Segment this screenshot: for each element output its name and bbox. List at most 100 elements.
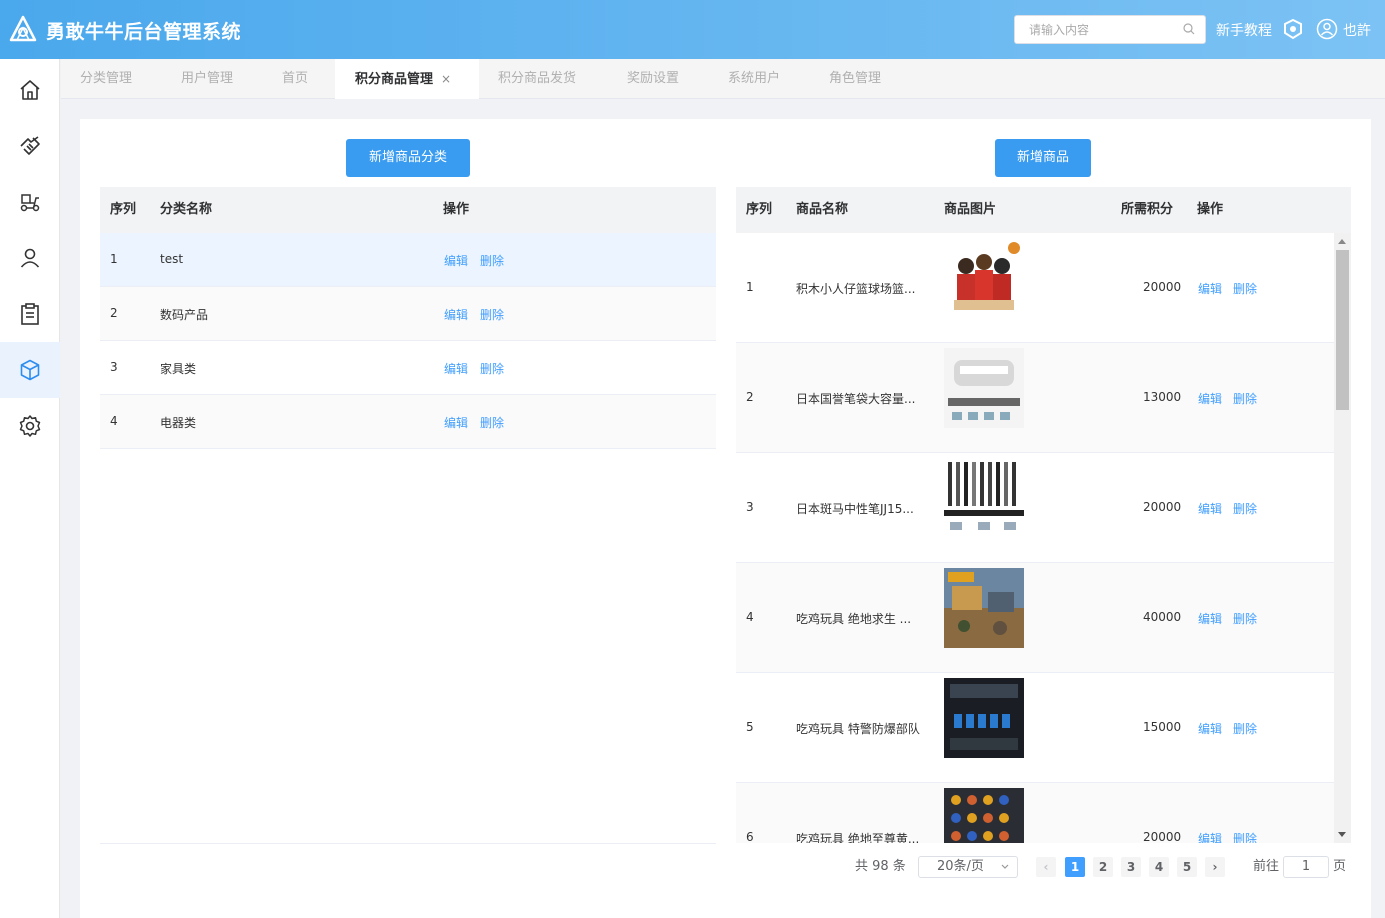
col-header-no: 序列 <box>746 202 773 217</box>
sidebar-item-orders[interactable] <box>0 286 60 342</box>
search-box[interactable] <box>1014 15 1206 44</box>
cell-no: 1 <box>110 252 118 266</box>
pagination-total: 共 98 条 <box>855 859 906 874</box>
tab-label: 积分商品管理 <box>355 72 434 87</box>
edit-link[interactable]: 编辑 <box>444 414 468 431</box>
col-header-name: 商品名称 <box>796 202 849 217</box>
table-row[interactable]: 3 家具类 编辑 删除 <box>100 341 716 395</box>
table-row[interactable]: 2 日本国誉笔袋大容量... 13000 编辑 删除 <box>736 343 1334 453</box>
cell-points: 20000 <box>1143 500 1182 514</box>
tab-category[interactable]: 分类管理 <box>80 59 132 99</box>
edit-link[interactable]: 编辑 <box>1198 500 1222 517</box>
prev-page-button[interactable]: ‹ <box>1036 857 1056 877</box>
table-row[interactable]: 2 数码产品 编辑 删除 <box>100 287 716 341</box>
page-button-1[interactable]: 1 <box>1065 857 1085 877</box>
username[interactable]: 也許 <box>1343 20 1371 40</box>
delete-link[interactable]: 删除 <box>1233 720 1257 737</box>
page-size-select[interactable]: 20条/页 <box>918 856 1018 878</box>
search-input[interactable] <box>1015 16 1175 43</box>
delete-link[interactable]: 删除 <box>1233 390 1257 407</box>
add-category-button[interactable]: 新增商品分类 <box>346 139 470 177</box>
user-icon <box>20 248 40 268</box>
delete-link[interactable]: 删除 <box>1233 830 1257 843</box>
edit-link[interactable]: 编辑 <box>1198 280 1222 297</box>
sidebar-item-settings[interactable] <box>0 398 60 454</box>
chevron-down-icon <box>1001 864 1009 869</box>
cell-points: 20000 <box>1143 280 1182 294</box>
goto-page-input[interactable]: 1 <box>1283 856 1329 878</box>
scroll-down-arrow[interactable] <box>1338 832 1346 837</box>
table-row[interactable]: 1 test 编辑 删除 <box>100 233 716 287</box>
tab-points-products[interactable]: 积分商品管理 × <box>335 59 479 99</box>
edit-link[interactable]: 编辑 <box>1198 830 1222 843</box>
page-button-5[interactable]: 5 <box>1177 857 1197 877</box>
edit-link[interactable]: 编辑 <box>444 252 468 269</box>
tab-home[interactable]: 首页 <box>282 59 308 99</box>
cell-name: test <box>160 252 184 266</box>
scrollbar-thumb[interactable] <box>1336 250 1349 410</box>
delete-link[interactable]: 删除 <box>480 360 504 377</box>
delete-link[interactable]: 删除 <box>480 306 504 323</box>
edit-link[interactable]: 编辑 <box>444 306 468 323</box>
add-product-button[interactable]: 新增商品 <box>995 139 1091 177</box>
cell-points: 20000 <box>1143 830 1182 843</box>
cube-icon <box>20 359 40 381</box>
cell-points: 13000 <box>1143 390 1182 404</box>
product-image <box>944 678 1024 758</box>
page-button-4[interactable]: 4 <box>1149 857 1169 877</box>
tab-close-icon[interactable]: × <box>441 72 451 86</box>
edit-link[interactable]: 编辑 <box>1198 610 1222 627</box>
table-row[interactable]: 4 电器类 编辑 删除 <box>100 395 716 449</box>
tab-roles[interactable]: 角色管理 <box>829 59 881 99</box>
cell-name: 吃鸡玩具 特警防爆部队 <box>796 722 920 736</box>
product-image <box>944 238 1024 318</box>
cell-no: 4 <box>746 610 754 624</box>
tab-users[interactable]: 用户管理 <box>181 59 233 99</box>
sidebar-item-partners[interactable] <box>0 118 60 174</box>
cell-no: 1 <box>746 280 754 294</box>
delete-link[interactable]: 删除 <box>1233 500 1257 517</box>
sidebar-item-users[interactable] <box>0 230 60 286</box>
cell-name: 数码产品 <box>160 308 209 322</box>
cell-name: 日本国誉笔袋大容量... <box>796 392 916 406</box>
sidebar-item-delivery[interactable] <box>0 174 60 230</box>
page-button-2[interactable]: 2 <box>1093 857 1113 877</box>
table-row[interactable]: 1 积木小人仔篮球场篮... 20000 编辑 删除 <box>736 233 1334 343</box>
guide-link[interactable]: 新手教程 <box>1216 20 1272 40</box>
edit-link[interactable]: 编辑 <box>1198 390 1222 407</box>
sidebar <box>0 59 60 918</box>
cell-no: 5 <box>746 720 754 734</box>
table-row[interactable]: 3 日本斑马中性笔JJ15... 20000 编辑 删除 <box>736 453 1334 563</box>
home-icon <box>20 80 40 100</box>
delete-link[interactable]: 删除 <box>1233 280 1257 297</box>
edit-link[interactable]: 编辑 <box>444 360 468 377</box>
sidebar-item-home[interactable] <box>0 62 60 118</box>
delete-link[interactable]: 删除 <box>480 252 504 269</box>
page-button-3[interactable]: 3 <box>1121 857 1141 877</box>
product-image <box>944 568 1024 648</box>
sidebar-item-products[interactable] <box>0 342 60 398</box>
delete-link[interactable]: 删除 <box>480 414 504 431</box>
goto-label: 前往 <box>1253 859 1280 874</box>
handshake-icon <box>20 136 40 155</box>
next-page-button[interactable]: › <box>1205 857 1225 877</box>
tab-points-shipping[interactable]: 积分商品发货 <box>498 59 576 99</box>
cell-name: 吃鸡玩具 绝地求生 ... <box>796 612 912 626</box>
tab-bar: 分类管理 用户管理 首页 积分商品管理 × 积分商品发货 奖励设置 系统用户 角色… <box>61 59 1385 99</box>
category-table-header: 序列 分类名称 操作 <box>100 187 716 233</box>
guide-icon[interactable] <box>1282 18 1304 40</box>
cell-no: 6 <box>746 830 754 843</box>
user-avatar-icon[interactable] <box>1316 18 1338 40</box>
product-table-body[interactable]: 1 积木小人仔篮球场篮... 20000 编辑 删除 2 日本国誉笔袋大容量..… <box>736 233 1334 843</box>
col-header-name: 分类名称 <box>160 202 213 217</box>
vertical-scrollbar[interactable] <box>1334 233 1351 843</box>
edit-link[interactable]: 编辑 <box>1198 720 1222 737</box>
tab-rewards[interactable]: 奖励设置 <box>627 59 679 99</box>
tab-system-users[interactable]: 系统用户 <box>728 59 780 99</box>
table-row[interactable]: 4 吃鸡玩具 绝地求生 ... 40000 编辑 删除 <box>736 563 1334 673</box>
search-icon[interactable] <box>1183 23 1195 35</box>
delete-link[interactable]: 删除 <box>1233 610 1257 627</box>
table-row[interactable]: 6 吃鸡玩具 绝地至尊黄... 20000 编辑 删除 <box>736 783 1334 843</box>
scroll-up-arrow[interactable] <box>1338 239 1346 244</box>
table-row[interactable]: 5 吃鸡玩具 特警防爆部队 15000 编辑 删除 <box>736 673 1334 783</box>
